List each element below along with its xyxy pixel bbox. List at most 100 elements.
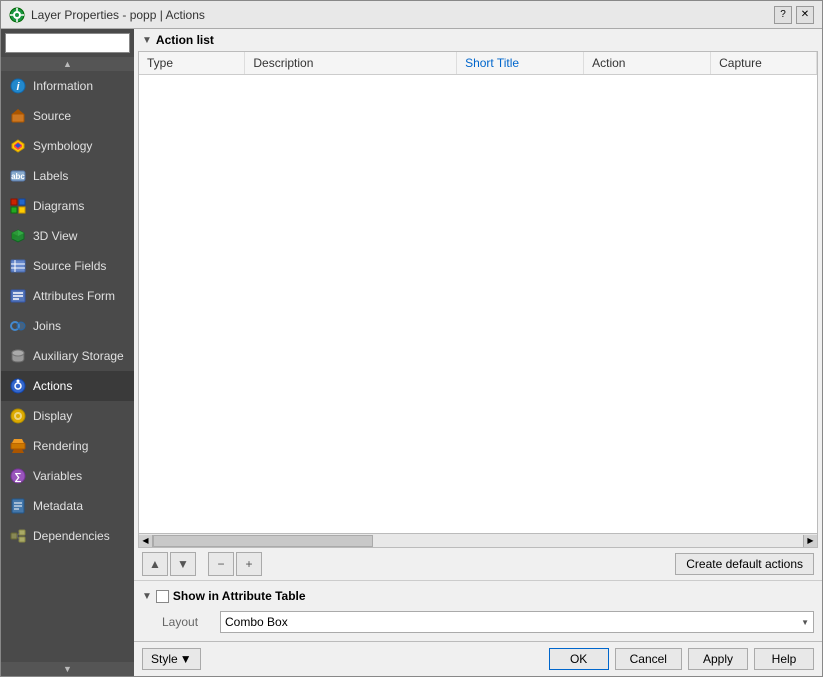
apply-button[interactable]: Apply <box>688 648 748 670</box>
variables-icon: ∑ <box>9 467 27 485</box>
sidebar-label-source-fields: Source Fields <box>33 259 106 273</box>
help-button[interactable]: ? <box>774 6 792 24</box>
action-list-header: ▼ Action list <box>134 29 822 51</box>
info-icon: i <box>9 77 27 95</box>
layout-combo-value: Combo Box <box>225 615 288 629</box>
col-description: Description <box>245 52 457 75</box>
h-scrollbar-thumb[interactable] <box>153 535 373 547</box>
sidebar-label-variables: Variables <box>33 469 82 483</box>
ok-button[interactable]: OK <box>549 648 609 670</box>
collapse-arrow-icon[interactable]: ▼ <box>142 35 152 46</box>
show-attribute-table-label: Show in Attribute Table <box>173 589 306 603</box>
search-input[interactable] <box>5 33 130 53</box>
sidebar-label-attributes-form: Attributes Form <box>33 289 115 303</box>
action-list-title: Action list <box>156 33 214 47</box>
form-icon <box>9 287 27 305</box>
sidebar-item-source-fields[interactable]: Source Fields <box>1 251 134 281</box>
sidebar-item-auxiliary-storage[interactable]: Auxiliary Storage <box>1 341 134 371</box>
sidebar-label-dependencies: Dependencies <box>33 529 110 543</box>
show-in-attribute-table-checkbox[interactable] <box>156 590 169 603</box>
scroll-right-btn[interactable]: ▶ <box>803 535 817 547</box>
sidebar-label-auxiliary-storage: Auxiliary Storage <box>33 349 124 363</box>
layout-row: Layout Combo Box ▼ <box>142 607 814 637</box>
h-scrollbar-track <box>153 535 803 547</box>
sidebar: ▲ i Information Source <box>1 29 134 676</box>
sidebar-item-3dview[interactable]: 3D View <box>1 221 134 251</box>
h-scrollbar-container: ◀ ▶ <box>138 534 818 548</box>
create-default-actions-button[interactable]: Create default actions <box>675 553 814 575</box>
3dview-icon <box>9 227 27 245</box>
collapse-arrow-2-icon[interactable]: ▼ <box>142 591 152 602</box>
sidebar-item-labels[interactable]: abc Labels <box>1 161 134 191</box>
source-icon <box>9 107 27 125</box>
sidebar-label-actions: Actions <box>33 379 72 393</box>
symbology-icon <box>9 137 27 155</box>
sidebar-label-joins: Joins <box>33 319 61 333</box>
sidebar-item-rendering[interactable]: Rendering <box>1 431 134 461</box>
bottom-bar: Style ▼ OK Cancel Apply Help <box>134 641 822 676</box>
action-toolbar: ▲ ▼ − + Create default actions <box>138 548 818 580</box>
window-title: Layer Properties - popp | Actions <box>31 8 205 22</box>
scroll-left-btn[interactable]: ◀ <box>139 535 153 547</box>
labels-icon: abc <box>9 167 27 185</box>
sidebar-label-symbology: Symbology <box>33 139 92 153</box>
layout-label: Layout <box>162 615 212 629</box>
fields-icon <box>9 257 27 275</box>
help-button-bottom[interactable]: Help <box>754 648 814 670</box>
display-icon <box>9 407 27 425</box>
action-table: Type Description Short Title Action <box>139 52 817 75</box>
sidebar-scroll: i Information Source <box>1 71 134 662</box>
add-action-button[interactable]: + <box>236 552 262 576</box>
col-short-title: Short Title <box>457 52 584 75</box>
scroll-up-btn[interactable]: ▲ <box>63 59 72 69</box>
sidebar-label-source: Source <box>33 109 71 123</box>
sidebar-item-display[interactable]: Display <box>1 401 134 431</box>
svg-text:abc: abc <box>11 172 25 181</box>
cancel-button[interactable]: Cancel <box>615 648 682 670</box>
sidebar-item-variables[interactable]: ∑ Variables <box>1 461 134 491</box>
app-icon <box>9 7 25 23</box>
col-type: Type <box>139 52 245 75</box>
sidebar-item-attributes-form[interactable]: Attributes Form <box>1 281 134 311</box>
joins-icon <box>9 317 27 335</box>
diagrams-icon <box>9 197 27 215</box>
col-action: Action <box>584 52 711 75</box>
sidebar-item-information[interactable]: i Information <box>1 71 134 101</box>
sidebar-label-labels: Labels <box>33 169 68 183</box>
move-up-button[interactable]: ▲ <box>142 552 168 576</box>
layout-combo[interactable]: Combo Box ▼ <box>220 611 814 633</box>
style-button[interactable]: Style ▼ <box>142 648 201 670</box>
right-panel: ▼ Action list Type Description <box>134 29 822 676</box>
sidebar-label-information: Information <box>33 79 93 93</box>
sidebar-label-diagrams: Diagrams <box>33 199 84 213</box>
sidebar-label-metadata: Metadata <box>33 499 83 513</box>
main-window: Layer Properties - popp | Actions ? ✕ ▲ … <box>0 0 823 677</box>
sidebar-item-actions[interactable]: Actions <box>1 371 134 401</box>
col-capture: Capture <box>711 52 817 75</box>
action-list-container: Type Description Short Title Action <box>138 51 818 580</box>
sidebar-item-source[interactable]: Source <box>1 101 134 131</box>
style-dropdown-icon: ▼ <box>180 652 192 666</box>
show-attribute-table-section: ▼ Show in Attribute Table Layout Combo B… <box>134 580 822 641</box>
metadata-icon <box>9 497 27 515</box>
table-header-row: Type Description Short Title Action <box>139 52 817 75</box>
sidebar-label-rendering: Rendering <box>33 439 88 453</box>
action-table-wrapper[interactable]: Type Description Short Title Action <box>138 51 818 534</box>
sidebar-item-joins[interactable]: Joins <box>1 311 134 341</box>
sidebar-label-display: Display <box>33 409 72 423</box>
aux-icon <box>9 347 27 365</box>
search-box <box>1 29 134 57</box>
sidebar-item-metadata[interactable]: Metadata <box>1 491 134 521</box>
sidebar-item-dependencies[interactable]: Dependencies <box>1 521 134 551</box>
sidebar-item-diagrams[interactable]: Diagrams <box>1 191 134 221</box>
move-down-button[interactable]: ▼ <box>170 552 196 576</box>
sidebar-label-3dview: 3D View <box>33 229 77 243</box>
rendering-icon <box>9 437 27 455</box>
show-attribute-table-header: ▼ Show in Attribute Table <box>142 585 814 607</box>
close-button[interactable]: ✕ <box>796 6 814 24</box>
title-bar: Layer Properties - popp | Actions ? ✕ <box>1 1 822 29</box>
remove-action-button[interactable]: − <box>208 552 234 576</box>
scroll-down-btn[interactable]: ▼ <box>63 664 72 674</box>
actions-icon <box>9 377 27 395</box>
sidebar-item-symbology[interactable]: Symbology <box>1 131 134 161</box>
